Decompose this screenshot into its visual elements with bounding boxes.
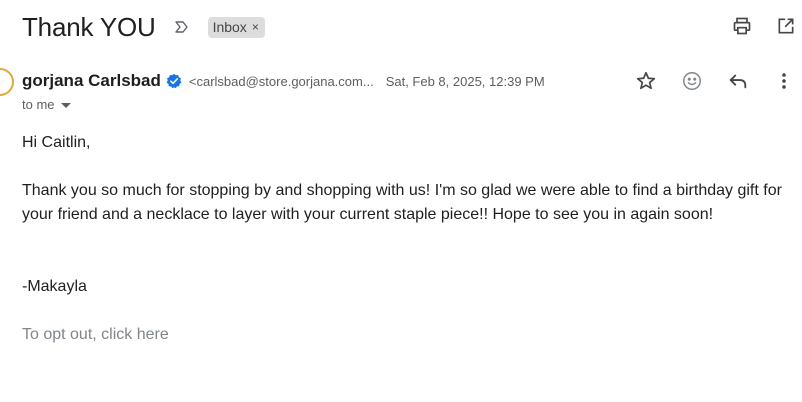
more-vertical-icon[interactable] — [772, 69, 796, 93]
verified-check-icon — [166, 73, 182, 89]
email-body: Hi Caitlin, Thank you so much for stoppi… — [22, 131, 792, 347]
important-marker-icon[interactable] — [174, 20, 190, 34]
body-greeting: Hi Caitlin, — [22, 134, 91, 151]
label-chip-text: Inbox — [212, 18, 247, 35]
body-signature: -Makayla — [22, 278, 87, 295]
sent-date: Sat, Feb 8, 2025, 12:39 PM — [385, 73, 545, 89]
remove-label-button[interactable]: × — [252, 20, 259, 34]
inbox-label-chip: Inbox × — [207, 16, 265, 38]
message-actions — [634, 69, 796, 93]
reply-icon[interactable] — [726, 69, 750, 93]
sender-name[interactable]: gorjana Carlsbad — [22, 71, 161, 91]
recipient-row[interactable]: to me — [22, 97, 71, 112]
recipient-label: to me — [22, 97, 55, 112]
chevron-down-icon[interactable] — [60, 97, 71, 112]
thread-actions — [730, 14, 798, 38]
sender-avatar[interactable] — [0, 68, 14, 96]
opt-out-link[interactable]: To opt out, click here — [22, 326, 169, 343]
email-subject: Thank YOU — [22, 11, 156, 42]
star-icon[interactable] — [634, 69, 658, 93]
emoji-react-icon[interactable] — [680, 69, 704, 93]
sender-email: <carlsbad@store.gorjana.com... — [188, 73, 374, 89]
subject-row: Thank YOU Inbox × — [22, 10, 802, 44]
body-message: Thank you so much for stopping by and sh… — [22, 182, 782, 223]
open-in-new-window-icon[interactable] — [774, 14, 798, 38]
print-icon[interactable] — [730, 14, 754, 38]
